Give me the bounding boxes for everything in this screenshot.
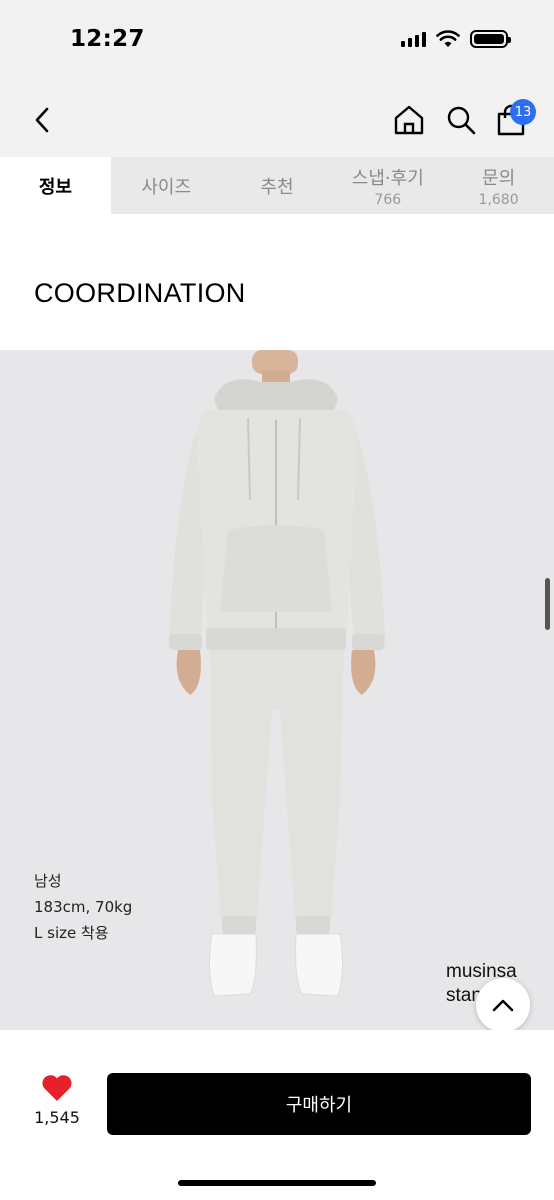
tab-label: 정보 xyxy=(38,176,72,198)
tab-inquiry[interactable]: 문의 1,680 xyxy=(443,157,554,214)
signal-icon xyxy=(401,31,426,47)
product-tabs: 정보 사이즈 추천 스냅·후기 766 문의 1,680 xyxy=(0,157,554,214)
nav-bar: 13 xyxy=(0,84,554,157)
wifi-icon xyxy=(436,30,460,47)
heart-icon xyxy=(42,1075,72,1101)
search-button[interactable] xyxy=(442,101,480,139)
like-count: 1,545 xyxy=(34,1108,80,1127)
tab-label: 사이즈 xyxy=(141,176,192,198)
like-button[interactable]: 1,545 xyxy=(30,1074,84,1127)
tab-size[interactable]: 사이즈 xyxy=(111,157,222,214)
tab-info[interactable]: 정보 xyxy=(0,157,111,214)
tab-label: 스냅·후기 xyxy=(351,167,424,189)
section-title: COORDINATION xyxy=(34,278,246,308)
home-indicator xyxy=(178,1180,376,1186)
status-bar: 12:27 xyxy=(0,0,554,84)
status-icons xyxy=(401,30,511,48)
search-icon xyxy=(447,106,476,135)
buy-button[interactable]: 구매하기 xyxy=(107,1073,531,1135)
caption-measurements: 183cm, 70kg xyxy=(34,898,133,916)
tab-label: 문의 xyxy=(482,167,516,189)
product-image: 남성 183cm, 70kg L size 착용 musinsa standar… xyxy=(0,350,554,1030)
tab-recommend[interactable]: 추천 xyxy=(222,157,333,214)
cart-button[interactable]: 13 xyxy=(492,99,536,139)
chevron-up-icon xyxy=(492,999,514,1012)
scroll-to-top-button[interactable] xyxy=(476,978,530,1030)
back-arrow-icon xyxy=(35,107,49,133)
caption-size: L size 착용 xyxy=(34,924,109,942)
model-caption: 남성 183cm, 70kg L size 착용 xyxy=(34,868,132,946)
home-button[interactable] xyxy=(390,101,428,139)
scrollbar[interactable] xyxy=(545,578,550,630)
purchase-bar: 1,545 구매하기 xyxy=(0,1030,554,1200)
tab-snap-review[interactable]: 스냅·후기 766 xyxy=(332,157,443,214)
cart-badge: 13 xyxy=(510,99,536,125)
tab-count: 1,680 xyxy=(478,191,519,208)
back-button[interactable] xyxy=(24,102,60,138)
home-icon xyxy=(394,105,424,135)
status-time: 12:27 xyxy=(70,26,145,52)
tab-label: 추천 xyxy=(260,176,294,198)
tab-count: 766 xyxy=(374,191,402,208)
caption-gender: 남성 xyxy=(34,872,62,890)
battery-icon xyxy=(470,30,511,48)
